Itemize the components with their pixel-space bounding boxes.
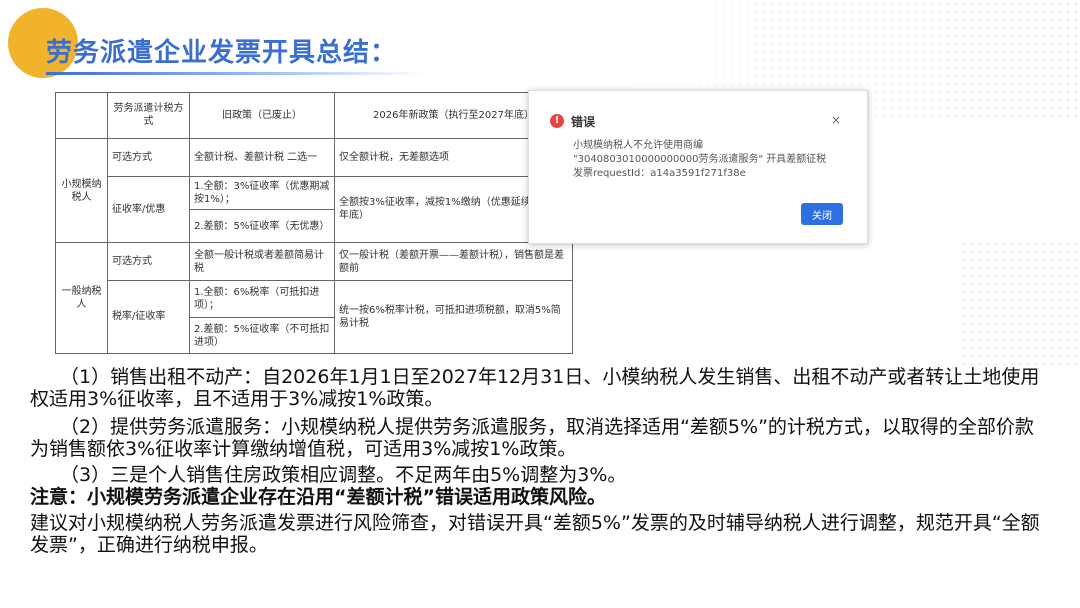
table-cell: 征收率/优惠 [107,175,190,244]
table-header-old-policy: 旧政策（已废止） [189,92,335,139]
table-row: 一般纳税人 可选方式 全额一般计税或者差额简易计税 仅一般计税（差额开票——差额… [55,242,573,354]
paragraph-4: 建议对小规模纳税人劳务派遣发票进行风险筛查，对错误开具“差额5%”发票的及时辅导… [30,512,1040,556]
table-cell: 可选方式 [107,242,190,281]
table-cell: 2.差额：5%征收率（无优惠） [189,208,335,244]
dot-texture-right [960,240,1080,370]
table-row: 小规模纳税人 可选方式 全额计税、差额计税 二选一 仅全额计税，无差额选项 [55,137,573,244]
dialog-title: 错误 [571,115,596,129]
close-icon[interactable]: × [831,113,841,127]
table-cell: 仅一般计税（差额开票——差额计税），销售额是差额前 [334,242,573,281]
slide-title: 劳务派遣企业发票开具总结： [46,38,398,68]
error-icon: ! [550,114,564,128]
table-cell: 1.全额：3%征收率（优惠期减按1%）； [189,175,335,210]
policy-table: 劳务派遣计税方式 旧政策（已废止） 2026年新政策（执行至2027年底） 小规… [55,92,573,355]
table-cell: 可选方式 [107,137,190,177]
table-cell: 全额计税、差额计税 二选一 [189,137,335,177]
table-row: 税率/征收率 1.全额：6%税率（可抵扣进项）； 统一按6%税率计税，可抵扣进项… [56,279,573,355]
table-header-method: 劳务派遣计税方式 [107,92,190,139]
table-cell: 统一按6%税率计税，可抵扣进项税额，取消5%简易计税 [334,279,573,355]
table-cell: 2.差额：5%征收率（不可抵扣进项） [189,317,335,354]
error-dialog: ! 错误 × 小规模纳税人不允许使用商编 "304080301000000000… [528,90,868,244]
body-text: （1）销售出租不动产：自2026年1月1日至2027年12月31日、小模纳税人发… [30,366,1040,556]
paragraph-2: （2）提供劳务派遣服务：小规模纳税人提供劳务派遣服务，取消选择适用“差额5%”的… [30,416,1034,460]
table-header-blank [55,92,108,139]
paragraph-1: （1）销售出租不动产：自2026年1月1日至2027年12月31日、小模纳税人发… [30,366,1040,410]
table-cell: 全额一般计税或者差额简易计税 [189,242,335,281]
table-row: 征收率/优惠 1.全额：3%征收率（优惠期减按1%）； 全额按3%征收率，减按1… [56,175,573,244]
title-underline [46,72,426,75]
table-header-row: 劳务派遣计税方式 旧政策（已废止） 2026年新政策（执行至2027年底） [55,92,573,139]
small-taxpayer-label: 小规模纳税人 [55,137,108,244]
risk-note: 注意：小规模劳务派遣企业存在沿用“差额计税”错误适用政策风险。 [30,486,606,508]
table-cell: 税率/征收率 [107,279,190,355]
general-taxpayer-label: 一般纳税人 [55,242,108,354]
dialog-message: 小规模纳税人不允许使用商编 "3040803010000000000劳务派遣服务… [573,140,827,179]
table-cell: 1.全额：6%税率（可抵扣进项）； [189,279,335,319]
paragraph-3: （3）三是个人销售住房政策相应调整。不足两年由5%调整为3%。 [60,464,627,486]
close-button[interactable]: 关闭 [801,203,843,225]
